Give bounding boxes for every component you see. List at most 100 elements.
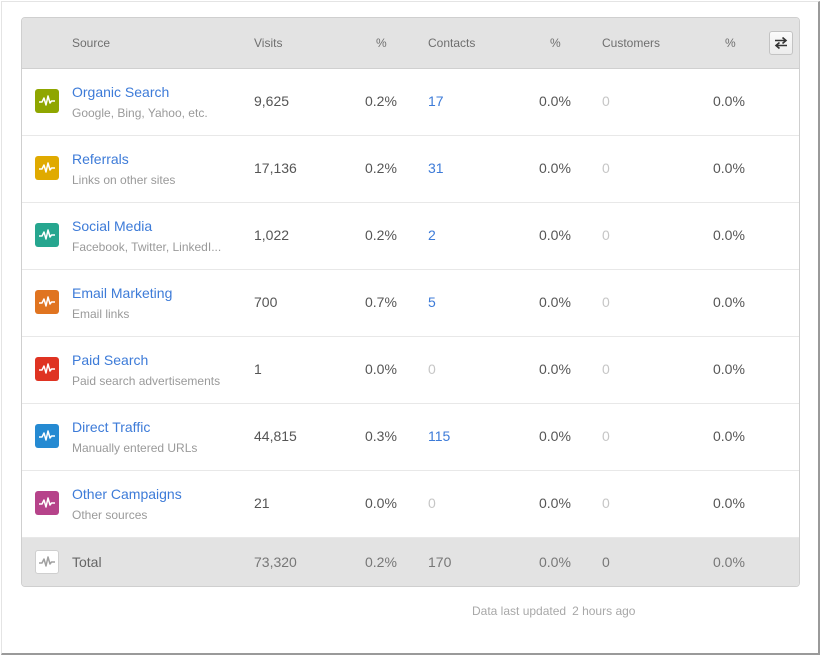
customers-pct-value: 0.0% [713, 294, 745, 310]
contacts-value: 0 [428, 361, 436, 377]
visits-pct-value: 0.2% [365, 160, 397, 176]
total-icon [35, 550, 59, 574]
total-visits-pct: 0.2% [365, 554, 397, 570]
data-updated-note: Data last updated 2 hours ago [472, 604, 635, 618]
header-customers[interactable]: Customers [602, 36, 660, 50]
contacts-pct-value: 0.0% [539, 361, 571, 377]
customers-value: 0 [602, 428, 610, 444]
table-row: Referrals Links on other sites 17,136 0.2% 3… [22, 136, 799, 203]
contacts-pct-value: 0.0% [539, 227, 571, 243]
source-icon [35, 491, 59, 515]
customers-value: 0 [602, 160, 610, 176]
customers-value: 0 [602, 495, 610, 511]
source-name-link[interactable]: Email Marketing [72, 285, 172, 301]
updated-label: Data last updated [472, 604, 567, 618]
table-header: Source Visits % Contacts % Customers % [22, 18, 799, 69]
source-name-link[interactable]: Social Media [72, 218, 152, 234]
swap-columns-button[interactable] [769, 31, 793, 55]
table-row: Email Marketing Email links 700 0.7% 5 0.0% 0 0… [22, 270, 799, 337]
source-icon [35, 89, 59, 113]
pulse-icon [39, 229, 55, 240]
visits-value: 700 [254, 294, 278, 310]
total-customers: 0 [602, 554, 610, 570]
contacts-pct-value: 0.0% [539, 495, 571, 511]
customers-pct-value: 0.0% [713, 495, 745, 511]
visits-pct-value: 0.0% [365, 361, 397, 377]
total-label: Total [72, 554, 102, 570]
source-name-link[interactable]: Paid Search [72, 352, 148, 368]
pulse-icon [39, 430, 55, 441]
header-visits-pct[interactable]: % [376, 36, 387, 50]
visits-value: 17,136 [254, 160, 297, 176]
source-icon [35, 290, 59, 314]
total-customers-pct: 0.0% [713, 554, 745, 570]
source-description: Email links [72, 307, 130, 321]
source-name-link[interactable]: Referrals [72, 151, 129, 167]
header-source[interactable]: Source [72, 36, 110, 50]
table-row: Paid Search Paid search advertisements 1 0.… [22, 337, 799, 404]
header-visits[interactable]: Visits [254, 36, 282, 50]
table-row: Organic Search Google, Bing, Yahoo, etc. 9… [22, 69, 799, 136]
contacts-pct-value: 0.0% [539, 428, 571, 444]
source-icon [35, 357, 59, 381]
updated-value: 2 hours ago [572, 604, 636, 618]
pulse-icon [39, 556, 55, 567]
total-contacts-pct: 0.0% [539, 554, 571, 570]
visits-value: 9,625 [254, 93, 290, 109]
source-description: Facebook, Twitter, LinkedI... [72, 240, 222, 254]
customers-value: 0 [602, 361, 610, 377]
pulse-icon [39, 296, 55, 307]
header-contacts[interactable]: Contacts [428, 36, 475, 50]
table-row: Other Campaigns Other sources 21 0.0% 0 0.0% 0… [22, 471, 799, 538]
total-visits: 73,320 [254, 554, 297, 570]
source-name-link[interactable]: Other Campaigns [72, 486, 182, 502]
pulse-icon [39, 363, 55, 374]
source-description: Google, Bing, Yahoo, etc. [72, 106, 208, 120]
total-contacts: 170 [428, 554, 452, 570]
sources-table: Source Visits % Contacts % Customers % O… [21, 17, 800, 587]
visits-value: 1,022 [254, 227, 290, 243]
table-row: Direct Traffic Manually entered URLs 44,81… [22, 404, 799, 471]
source-icon [35, 424, 59, 448]
visits-value: 21 [254, 495, 270, 511]
customers-pct-value: 0.0% [713, 428, 745, 444]
contacts-pct-value: 0.0% [539, 294, 571, 310]
contacts-value[interactable]: 31 [428, 160, 444, 176]
visits-pct-value: 0.7% [365, 294, 397, 310]
customers-value: 0 [602, 294, 610, 310]
source-description: Other sources [72, 508, 148, 522]
customers-pct-value: 0.0% [713, 160, 745, 176]
source-description: Links on other sites [72, 173, 176, 187]
visits-pct-value: 0.2% [365, 93, 397, 109]
visits-value: 44,815 [254, 428, 297, 444]
source-icon [35, 156, 59, 180]
header-customers-pct[interactable]: % [725, 36, 736, 50]
total-row: Total 73,320 0.2% 170 0.0% 0 0.0% [22, 538, 799, 586]
header-contacts-pct[interactable]: % [550, 36, 561, 50]
contacts-pct-value: 0.0% [539, 93, 571, 109]
customers-value: 0 [602, 93, 610, 109]
contacts-value[interactable]: 115 [428, 428, 450, 444]
visits-pct-value: 0.3% [365, 428, 397, 444]
source-description: Paid search advertisements [72, 374, 221, 388]
visits-pct-value: 0.2% [365, 227, 397, 243]
source-name-link[interactable]: Direct Traffic [72, 419, 150, 435]
contacts-value[interactable]: 5 [428, 294, 436, 310]
pulse-icon [39, 95, 55, 106]
pulse-icon [39, 497, 55, 508]
customers-pct-value: 0.0% [713, 93, 745, 109]
table-row: Social Media Facebook, Twitter, LinkedI..… [22, 203, 799, 270]
customers-pct-value: 0.0% [713, 227, 745, 243]
visits-value: 1 [254, 361, 262, 377]
source-icon [35, 223, 59, 247]
visits-pct-value: 0.0% [365, 495, 397, 511]
swap-arrows-icon [774, 36, 788, 50]
contacts-value[interactable]: 2 [428, 227, 436, 243]
source-description: Manually entered URLs [72, 441, 198, 455]
customers-pct-value: 0.0% [713, 361, 745, 377]
source-name-link[interactable]: Organic Search [72, 84, 169, 100]
contacts-value[interactable]: 17 [428, 93, 444, 109]
pulse-icon [39, 162, 55, 173]
customers-value: 0 [602, 227, 610, 243]
contacts-pct-value: 0.0% [539, 160, 571, 176]
